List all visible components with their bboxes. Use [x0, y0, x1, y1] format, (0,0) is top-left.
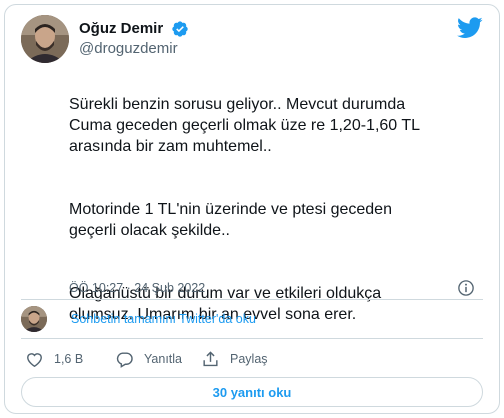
- heart-icon: [27, 352, 42, 367]
- read-conversation-link[interactable]: Sohbetin tamamını Twitter'da oku: [71, 311, 256, 327]
- tweet-paragraph: Motorinde 1 TL'nin üzerinde ve ptesi gec…: [69, 201, 392, 239]
- twitter-bird-icon[interactable]: [457, 17, 483, 39]
- author-display-name[interactable]: Oğuz Demir: [79, 19, 163, 39]
- tweet-header: Oğuz Demir @droguzdemir: [21, 15, 483, 63]
- thread-row[interactable]: Sohbetin tamamını Twitter'da oku: [21, 306, 483, 332]
- avatar[interactable]: [21, 15, 69, 63]
- divider: [21, 299, 483, 300]
- tweet-card: Oğuz Demir @droguzdemir Sürekli benzin s…: [4, 4, 500, 414]
- author-handle[interactable]: @droguzdemir: [79, 39, 189, 59]
- avatar: [21, 306, 47, 332]
- tweet-meta: ÖÖ 10:27 · 24 Şub 2022: [69, 279, 483, 297]
- share-button[interactable]: Paylaş: [201, 347, 268, 371]
- author-block: Oğuz Demir @droguzdemir: [79, 19, 189, 59]
- read-replies-button[interactable]: 30 yanıtı oku: [21, 377, 483, 407]
- like-button[interactable]: 1,6 B: [25, 347, 83, 371]
- share-icon: [203, 350, 218, 366]
- tweet-timestamp[interactable]: ÖÖ 10:27 · 24 Şub 2022: [69, 281, 205, 295]
- tweet-actions: 1,6 B Yanıtla Paylaş: [25, 347, 483, 371]
- verified-badge-icon: [171, 21, 188, 37]
- reply-icon: [116, 351, 133, 368]
- like-count: 1,6 B: [54, 352, 84, 366]
- reply-button[interactable]: Yanıtla: [115, 347, 182, 371]
- reply-label: Yanıtla: [144, 352, 182, 366]
- info-icon[interactable]: [457, 279, 475, 297]
- tweet-paragraph: Sürekli benzin sorusu geliyor.. Mevcut d…: [69, 96, 421, 155]
- share-label: Paylaş: [230, 352, 268, 366]
- divider: [21, 338, 483, 339]
